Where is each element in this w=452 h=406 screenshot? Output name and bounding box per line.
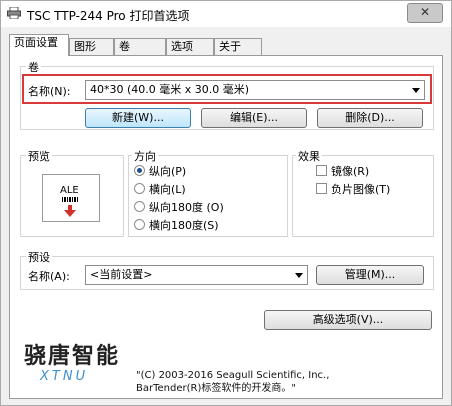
barcode-arrow-icon (62, 197, 78, 217)
advanced-options-button[interactable]: 高级选项(V)... (264, 310, 432, 330)
preview-group-label: 预览 (26, 148, 52, 164)
landscape-180-radio[interactable] (134, 219, 145, 230)
landscape-label: 横向(L) (149, 183, 186, 196)
tab-options[interactable]: 选项 (166, 38, 214, 55)
close-button[interactable]: ✕ (407, 3, 443, 23)
tab-graphics[interactable]: 图形 (69, 38, 114, 55)
new-stock-button[interactable]: 新建(W)... (85, 108, 191, 128)
tab-page-setup[interactable]: 页面设置 (9, 34, 69, 56)
landscape-180-label: 横向180度(S) (149, 219, 219, 232)
tab-about[interactable]: 关于 (214, 38, 262, 55)
copyright-line-1: "(C) 2003-2016 Seagull Scientific, Inc., (136, 370, 330, 381)
label-preview: ALE (42, 174, 100, 222)
chevron-down-icon (295, 273, 303, 278)
manage-presets-button[interactable]: 管理(M)... (316, 265, 424, 285)
printer-icon (7, 7, 21, 19)
delete-stock-button[interactable]: 删除(D)... (317, 108, 423, 128)
negative-image-checkbox[interactable] (316, 183, 327, 194)
mirror-label: 镜像(R) (331, 165, 370, 178)
page-setup-panel: 卷 名称(N): 40*30 (40.0 毫米 x 30.0 毫米) 新建(W)… (9, 55, 443, 399)
preset-name-label: 名称(A): (28, 270, 70, 283)
stock-name-select[interactable]: 40*30 (40.0 毫米 x 30.0 毫米) (85, 80, 425, 100)
printing-preferences-window: TSC TTP-244 Pro 打印首选项 ✕ 页面设置 图形 卷 选项 关于 … (0, 0, 452, 406)
orientation-group-label: 方向 (132, 148, 158, 164)
stock-name-value: 40*30 (40.0 毫米 x 30.0 毫米) (90, 83, 250, 96)
stock-name-label: 名称(N): (28, 85, 71, 98)
mirror-checkbox[interactable] (316, 165, 327, 176)
portrait-180-label: 纵向180度 (O) (149, 201, 224, 214)
preset-name-value: <当前设置> (90, 268, 153, 281)
tab-stock[interactable]: 卷 (114, 38, 166, 55)
portrait-label: 纵向(P) (149, 165, 187, 178)
window-title: TSC TTP-244 Pro 打印首选项 (27, 9, 190, 23)
watermark-text: 骁唐智能 (24, 344, 121, 369)
edit-stock-button[interactable]: 编辑(E)... (201, 108, 307, 128)
copyright-line-2: BarTender(R)标签软件的开发商。" (136, 383, 296, 394)
effects-group-label: 效果 (296, 148, 322, 164)
chevron-down-icon (412, 88, 420, 93)
negative-image-label: 负片图像(T) (331, 183, 391, 196)
portrait-radio[interactable] (134, 165, 145, 176)
copyright-notice: "(C) 2003-2016 Seagull Scientific, Inc.,… (136, 369, 329, 395)
watermark-logo: XTNU (40, 369, 89, 384)
portrait-180-radio[interactable] (134, 201, 145, 212)
preset-name-select[interactable]: <当前设置> (85, 265, 308, 285)
stock-group-label: 卷 (26, 59, 41, 75)
landscape-radio[interactable] (134, 183, 145, 194)
title-bar: TSC TTP-244 Pro 打印首选项 ✕ (1, 1, 451, 27)
preview-sample-text: ALE (60, 185, 79, 196)
presets-group-label: 预设 (26, 249, 52, 265)
